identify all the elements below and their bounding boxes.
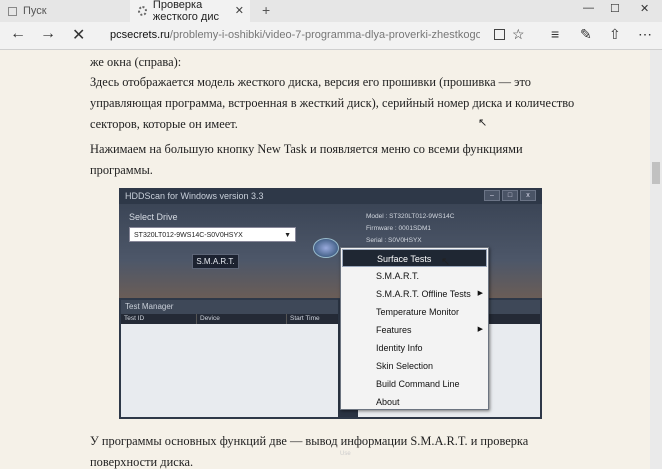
- scrollbar[interactable]: [650, 50, 662, 469]
- menu-item-skin: Skin Selection: [342, 357, 487, 375]
- web-note-icon[interactable]: ✎: [580, 26, 592, 43]
- menu-item-surface-tests: Surface Tests: [342, 249, 487, 267]
- address-toolbar: ← → ✕ pcsecrets.ru/problemy-i-oshibki/vi…: [0, 22, 662, 50]
- drive-select: ST320LT012-9WS14C-S0V0HSYX ▼: [129, 227, 296, 242]
- submenu-arrow-icon: ▶: [477, 326, 483, 333]
- drive-model-info: Model : ST320LT012-9WS14C: [366, 213, 455, 220]
- minimize-icon[interactable]: —: [583, 2, 594, 14]
- new-task-disk-icon: [313, 238, 339, 258]
- hddscan-title: HDDScan for Windows version 3.3: [125, 191, 264, 201]
- menu-item-label: Surface Tests: [377, 254, 432, 264]
- loading-spinner-icon: [138, 6, 147, 16]
- menu-item-label: Features: [376, 325, 412, 335]
- close-window-icon[interactable]: ✕: [640, 2, 649, 15]
- menu-item-smart: S.M.A.R.T.: [342, 267, 487, 285]
- drive-firmware-info: Firmware : 0001SDM1: [366, 225, 432, 232]
- share-icon[interactable]: ⇧: [609, 26, 621, 43]
- menu-item-label: Build Command Line: [376, 379, 460, 389]
- hdd-close-icon: x: [520, 190, 536, 201]
- article-text: же окна (справа):: [90, 55, 182, 69]
- menu-item-label: S.M.A.R.T.: [376, 271, 420, 281]
- menu-item-label: About: [376, 397, 400, 407]
- drive-serial-info: Serial : S0V0HSYX: [366, 237, 422, 244]
- tab-active[interactable]: Проверка жесткого дис ✕: [130, 0, 250, 23]
- back-icon[interactable]: ←: [10, 25, 26, 43]
- address-bar[interactable]: pcsecrets.ru/problemy-i-oshibki/video-7-…: [110, 29, 480, 41]
- select-drive-label: Select Drive: [129, 212, 178, 222]
- menu-item-build-cmd: Build Command Line: [342, 375, 487, 393]
- favorite-star-icon[interactable]: ☆: [512, 26, 525, 43]
- forward-icon[interactable]: →: [40, 25, 56, 43]
- column-header: Test ID: [121, 314, 197, 324]
- tab-label: Пуск: [23, 5, 47, 17]
- menu-item-features: Features ▶: [342, 321, 487, 339]
- article-paragraph: Здесь отображается модель жесткого диска…: [90, 75, 575, 131]
- menu-item-label: Skin Selection: [376, 361, 434, 371]
- new-tab-icon[interactable]: +: [262, 2, 270, 18]
- scrollbar-thumb[interactable]: [652, 162, 660, 184]
- reading-view-icon[interactable]: [494, 29, 505, 40]
- menu-item-label: Identity Info: [376, 343, 423, 353]
- pointer-cursor-icon: ↖: [441, 256, 451, 268]
- menu-item-label: Temperature Monitor: [376, 307, 460, 317]
- stop-icon[interactable]: ✕: [72, 25, 85, 45]
- article-paragraph: У программы основных функций две — вывод…: [90, 434, 529, 469]
- menu-item-about: About: [342, 393, 487, 411]
- submenu-arrow-icon: ▶: [477, 290, 483, 297]
- text-cursor-icon: ↖: [478, 117, 488, 129]
- task-menu: Surface Tests S.M.A.R.T. S.M.A.R.T. Offl…: [340, 247, 489, 410]
- dropdown-arrow-icon: ▼: [284, 232, 291, 239]
- article-paragraph: Нажимаем на большую кнопку New Task и по…: [90, 142, 523, 177]
- drive-value: ST320LT012-9WS14C-S0V0HSYX: [134, 232, 243, 239]
- close-tab-icon[interactable]: ✕: [235, 4, 244, 17]
- column-header: Device: [197, 314, 287, 324]
- url-path: /problemy-i-oshibki/video-7-programma-dl…: [169, 29, 480, 41]
- menu-item-smart-offline: S.M.A.R.T. Offline Tests ▶: [342, 285, 487, 303]
- hdd-minimize-icon: –: [484, 190, 500, 201]
- menu-item-temperature: Temperature Monitor: [342, 303, 487, 321]
- hub-icon[interactable]: ≡: [551, 26, 559, 42]
- page-content: же окна (справа): Здесь отображается мод…: [0, 50, 650, 469]
- hdd-maximize-icon: □: [502, 190, 518, 201]
- menu-item-identity: Identity Info: [342, 339, 487, 357]
- smart-button: S.M.A.R.T.: [192, 254, 239, 269]
- hddscan-window-controls: – □ x: [484, 190, 536, 201]
- menu-item-label: S.M.A.R.T. Offline Tests: [376, 289, 471, 299]
- tab-start[interactable]: Пуск: [0, 0, 128, 22]
- page-icon: [8, 6, 17, 16]
- more-icon[interactable]: ⋯: [638, 26, 652, 43]
- url-host: pcsecrets.ru: [110, 29, 170, 41]
- tab-bar: Пуск Проверка жесткого дис ✕ + — ☐ ✕: [0, 0, 662, 23]
- maximize-icon[interactable]: ☐: [610, 2, 620, 15]
